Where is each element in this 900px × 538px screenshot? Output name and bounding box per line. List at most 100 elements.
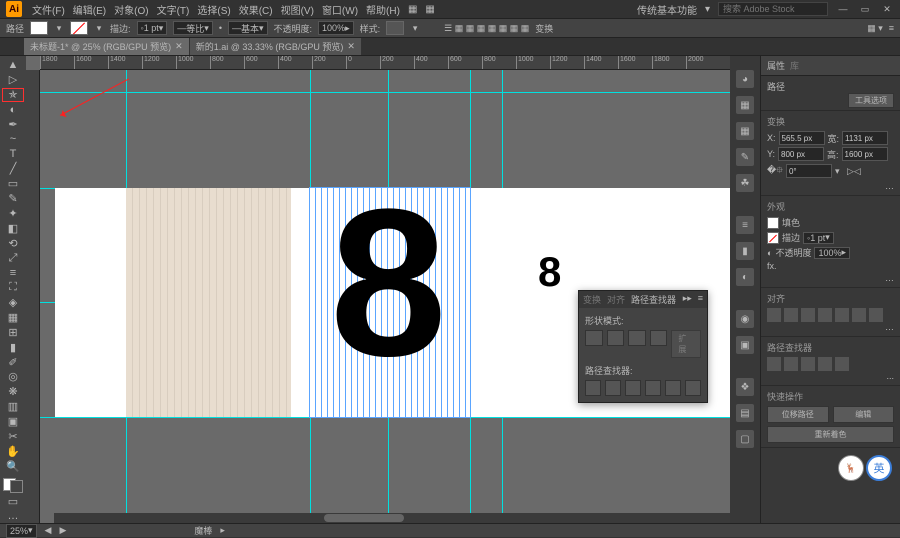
stroke-w-field[interactable]: ◦ 1 pt ▾ — [803, 232, 834, 244]
x-field[interactable] — [779, 131, 825, 145]
close-icon[interactable]: ✕ — [175, 41, 183, 52]
brushes-icon[interactable]: ✎ — [736, 148, 754, 166]
gradient-tool[interactable]: ▮ — [2, 340, 24, 354]
screen-mode[interactable]: ▭ — [2, 494, 24, 508]
artboards-icon[interactable]: ▢ — [736, 430, 754, 448]
panel-tab-align[interactable]: 对齐 — [607, 293, 625, 306]
panel-tab-pathfinder[interactable]: 路径查找器 — [631, 293, 676, 306]
brush-field[interactable]: — 基本 ▾ — [228, 21, 268, 35]
line-tool[interactable]: ╱ — [2, 162, 24, 176]
scrollbar-horizontal[interactable] — [54, 513, 730, 523]
paintbrush-tool[interactable]: ✎ — [2, 192, 24, 206]
zoom-tool[interactable]: 🔍 — [2, 459, 24, 473]
lasso-tool[interactable]: ◐ — [2, 103, 24, 117]
gradient-panel-icon[interactable]: ▮ — [736, 242, 754, 260]
width-tool[interactable]: ≡ — [2, 266, 24, 280]
menu-window[interactable]: 窗口(W) — [318, 2, 362, 17]
color-panel-icon[interactable]: ◕ — [736, 70, 754, 88]
panel-tab-properties[interactable]: 属性 — [767, 61, 785, 71]
control-menu-icon[interactable]: ≡ — [889, 23, 894, 33]
hand-tool[interactable]: ✋ — [2, 444, 24, 458]
menu-view[interactable]: 视图(V) — [277, 2, 318, 17]
close-icon[interactable]: ✕ — [347, 41, 355, 52]
tool-options-button[interactable]: 工具选项 — [848, 93, 894, 108]
panel-collapse-icon[interactable]: ▸▸ — [683, 293, 692, 306]
glyph-eight-small[interactable]: 8 — [538, 248, 561, 296]
menu-effect[interactable]: 效果(C) — [235, 2, 277, 17]
appearance-icon[interactable]: ◉ — [736, 310, 754, 328]
eyedropper-tool[interactable]: ✐ — [2, 355, 24, 369]
merge-icon[interactable] — [625, 380, 641, 396]
fill-swatch-panel[interactable] — [767, 217, 779, 229]
color-guide-icon[interactable]: ▦ — [736, 96, 754, 114]
panel-menu-icon[interactable]: ≡ — [698, 293, 703, 306]
stroke-panel-icon[interactable]: ≡ — [736, 216, 754, 234]
guide[interactable] — [40, 417, 730, 418]
symbols-icon[interactable]: ☘ — [736, 174, 754, 192]
exclude-icon[interactable] — [650, 330, 668, 346]
minus-front-icon[interactable] — [607, 330, 625, 346]
menu-object[interactable]: 对象(O) — [110, 2, 152, 17]
edit-toolbar[interactable]: … — [2, 509, 24, 523]
type-tool[interactable]: T — [2, 147, 24, 161]
panel-tab-transform[interactable]: 变换 — [583, 293, 601, 306]
shape-builder-tool[interactable]: ◈ — [2, 296, 24, 310]
pathfinder-panel[interactable]: 变换 对齐 路径查找器 ▸▸ ≡ 形状模式: 扩展 路径查找器: — [578, 290, 708, 403]
striped-rect[interactable] — [126, 188, 291, 417]
tab-doc-2[interactable]: 新的1.ai @ 33.33% (RGB/GPU 预览) ✕ — [190, 38, 362, 55]
menu-select[interactable]: 选择(S) — [193, 2, 234, 17]
direct-selection-tool[interactable]: ▷ — [2, 73, 24, 87]
blend-tool[interactable]: ◎ — [2, 370, 24, 384]
nav-next-icon[interactable]: ▶ — [59, 525, 66, 536]
asset-export-icon[interactable]: ▤ — [736, 404, 754, 422]
scale-tool[interactable]: ⤢ — [2, 251, 24, 265]
maximize-button[interactable]: ▭ — [858, 2, 872, 16]
panel-tab-libraries[interactable]: 库 — [790, 61, 799, 71]
align-icons[interactable]: ☰ ▦ ▦ ▦ ▦ ▦ ▦ ▦ — [444, 23, 529, 34]
rotate-tool[interactable]: ⟲ — [2, 236, 24, 250]
trim-icon[interactable] — [605, 380, 621, 396]
layers-icon[interactable]: ❖ — [736, 378, 754, 396]
opacity-field[interactable]: 100% ▸ — [318, 21, 354, 35]
menu-edit[interactable]: 编辑(E) — [69, 2, 110, 17]
transparency-icon[interactable]: ◐ — [736, 268, 754, 286]
align-buttons[interactable] — [767, 308, 894, 322]
nav-prev-icon[interactable]: ◀ — [45, 525, 52, 536]
outline-icon[interactable] — [665, 380, 681, 396]
intersect-icon[interactable] — [628, 330, 646, 346]
transform-link[interactable]: 变换 — [535, 22, 553, 35]
swatches-icon[interactable]: ▦ — [736, 122, 754, 140]
workspace-switcher[interactable]: 传统基本功能 — [637, 2, 697, 17]
divide-icon[interactable] — [585, 380, 601, 396]
menu-st-icon[interactable]: ▦ — [421, 4, 438, 15]
stroke-swatch[interactable] — [70, 21, 88, 35]
zoom-field[interactable]: 25% ▾ — [6, 524, 37, 538]
free-transform-tool[interactable]: ⛶ — [2, 281, 24, 295]
pen-tool[interactable]: ✒ — [2, 117, 24, 131]
rotate-field[interactable] — [786, 164, 832, 178]
mesh-tool[interactable]: ⊞ — [2, 325, 24, 339]
minimize-button[interactable]: — — [836, 2, 850, 16]
slice-tool[interactable]: ✂ — [2, 429, 24, 443]
offset-path-button[interactable]: 位移路径 — [767, 406, 829, 423]
menu-file[interactable]: 文件(F) — [28, 2, 69, 17]
minus-back-icon[interactable] — [685, 380, 701, 396]
stroke-width-field[interactable]: ◦ 1 pt ▾ — [137, 21, 168, 35]
w-field[interactable] — [842, 131, 888, 145]
tab-doc-1[interactable]: 未标题-1* @ 25% (RGB/GPU 预览) ✕ — [24, 38, 190, 55]
fill-swatch[interactable] — [30, 21, 48, 35]
stroke-swatch-panel[interactable] — [767, 232, 779, 244]
artboard-tool[interactable]: ▣ — [2, 415, 24, 429]
h-field[interactable] — [842, 147, 888, 161]
rectangle-tool[interactable]: ▭ — [2, 177, 24, 191]
eraser-tool[interactable]: ◧ — [2, 221, 24, 235]
menu-br-icon[interactable]: ▦ — [404, 4, 421, 15]
search-input[interactable] — [718, 2, 828, 16]
ime-badge[interactable]: 英 — [866, 455, 892, 481]
edit-button[interactable]: 编辑 — [833, 406, 895, 423]
selection-tool[interactable]: ▲ — [2, 58, 24, 72]
glyph-eight-big[interactable]: 8 — [330, 178, 447, 388]
profile-field[interactable]: — 等比 ▾ — [173, 21, 213, 35]
color-proxy[interactable] — [3, 478, 23, 493]
pathfinder-buttons[interactable] — [767, 357, 894, 371]
